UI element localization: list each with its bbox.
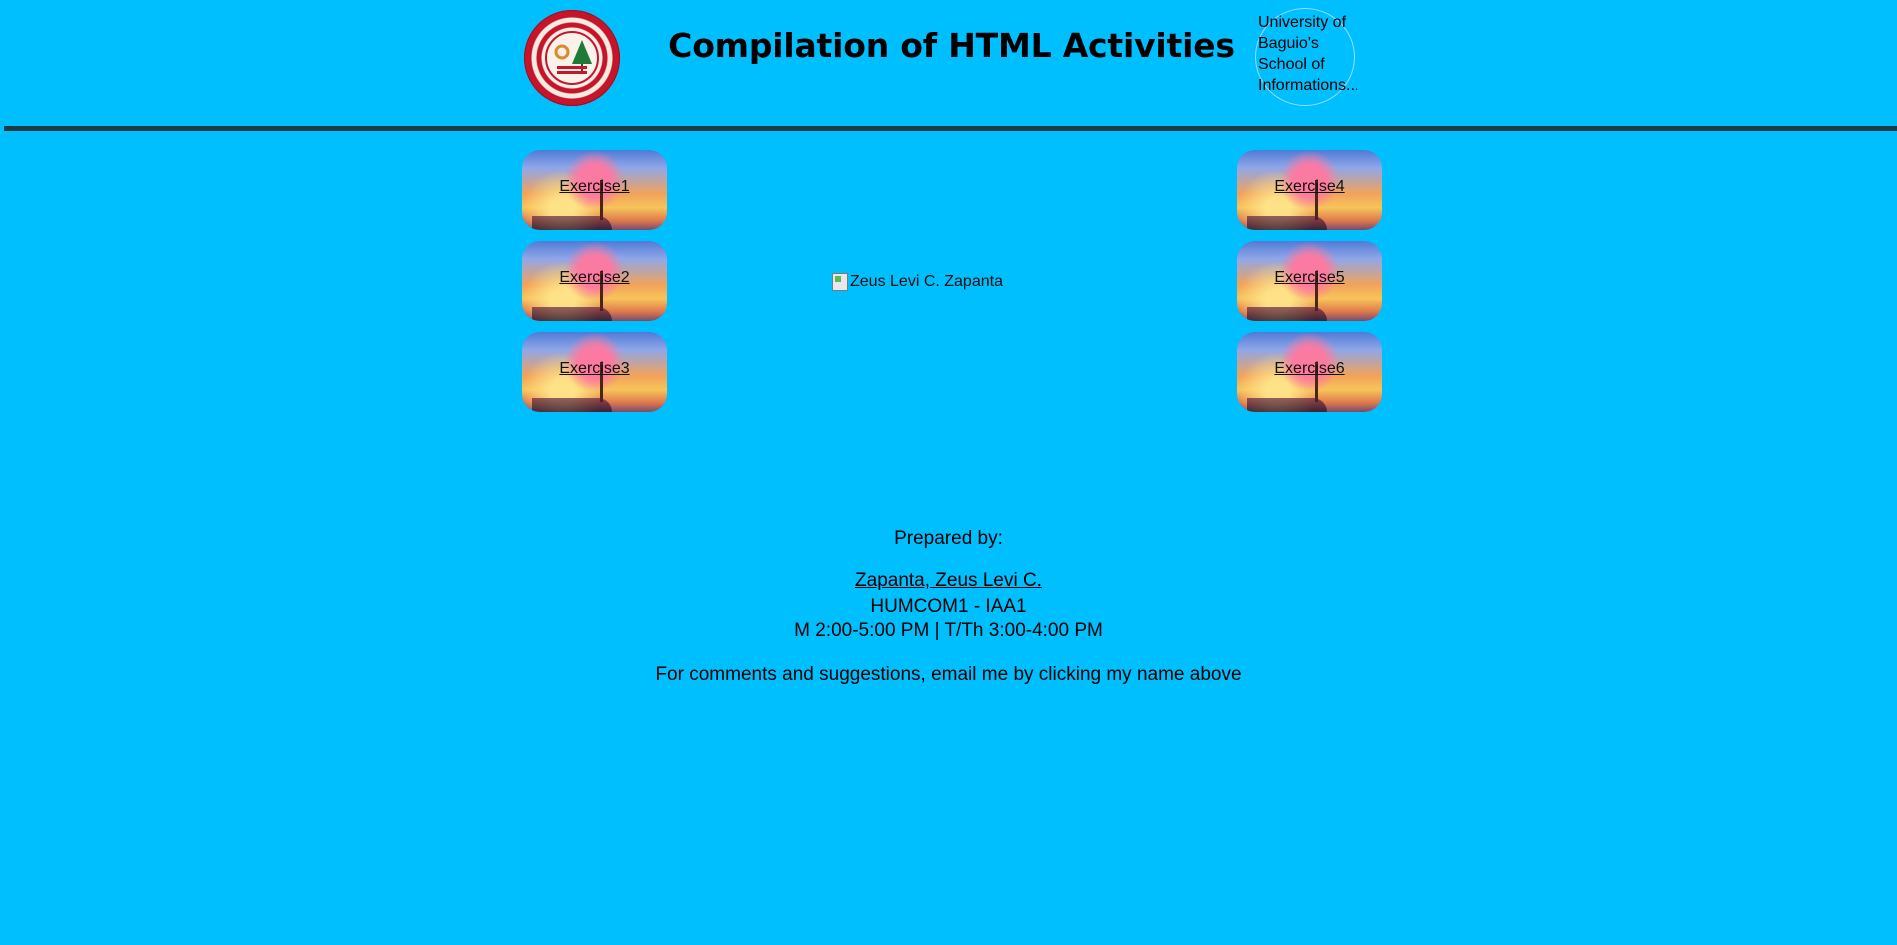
exercise-tile-4[interactable]: Exercise4 xyxy=(1237,150,1382,230)
exercise-link-6[interactable]: Exercise6 xyxy=(1237,360,1382,378)
header: Compilation of HTML Activities Universit… xyxy=(0,0,1897,132)
exercise-link-3[interactable]: Exercise3 xyxy=(522,360,667,378)
broken-image-icon xyxy=(832,273,848,291)
exercise-tile-5[interactable]: Exercise5 xyxy=(1237,241,1382,321)
course-code: HUMCOM1 - IAA1 xyxy=(870,596,1027,617)
page: Compilation of HTML Activities Universit… xyxy=(0,0,1897,945)
school-logo-image: University of Baguio's School of Informa… xyxy=(1255,8,1357,108)
class-schedule: M 2:00-5:00 PM | T/Th 3:00-4:00 PM xyxy=(794,620,1103,641)
exercise-link-2[interactable]: Exercise2 xyxy=(522,269,667,287)
exercise-tile-3[interactable]: Exercise3 xyxy=(522,332,667,412)
profile-image-alt-text: Zeus Levi C. Zapanta xyxy=(850,273,1003,290)
profile-image: Zeus Levi C. Zapanta xyxy=(832,272,1003,292)
prepared-by-label: Prepared by: xyxy=(894,528,1003,549)
exercise-link-1[interactable]: Exercise1 xyxy=(522,178,667,196)
exercise-link-5[interactable]: Exercise5 xyxy=(1237,269,1382,287)
exercise-tile-1[interactable]: Exercise1 xyxy=(522,150,667,230)
comments-note: For comments and suggestions, email me b… xyxy=(655,664,1242,685)
exercise-link-4[interactable]: Exercise4 xyxy=(1237,178,1382,196)
page-title: Compilation of HTML Activities xyxy=(668,26,1235,65)
exercise-tile-2[interactable]: Exercise2 xyxy=(522,241,667,321)
exercise-tile-6[interactable]: Exercise6 xyxy=(1237,332,1382,412)
author-email-link[interactable]: Zapanta, Zeus Levi C. xyxy=(0,570,1897,592)
header-divider xyxy=(4,126,1897,131)
logo-alt-text: University of Baguio's School of Informa… xyxy=(1258,14,1357,94)
